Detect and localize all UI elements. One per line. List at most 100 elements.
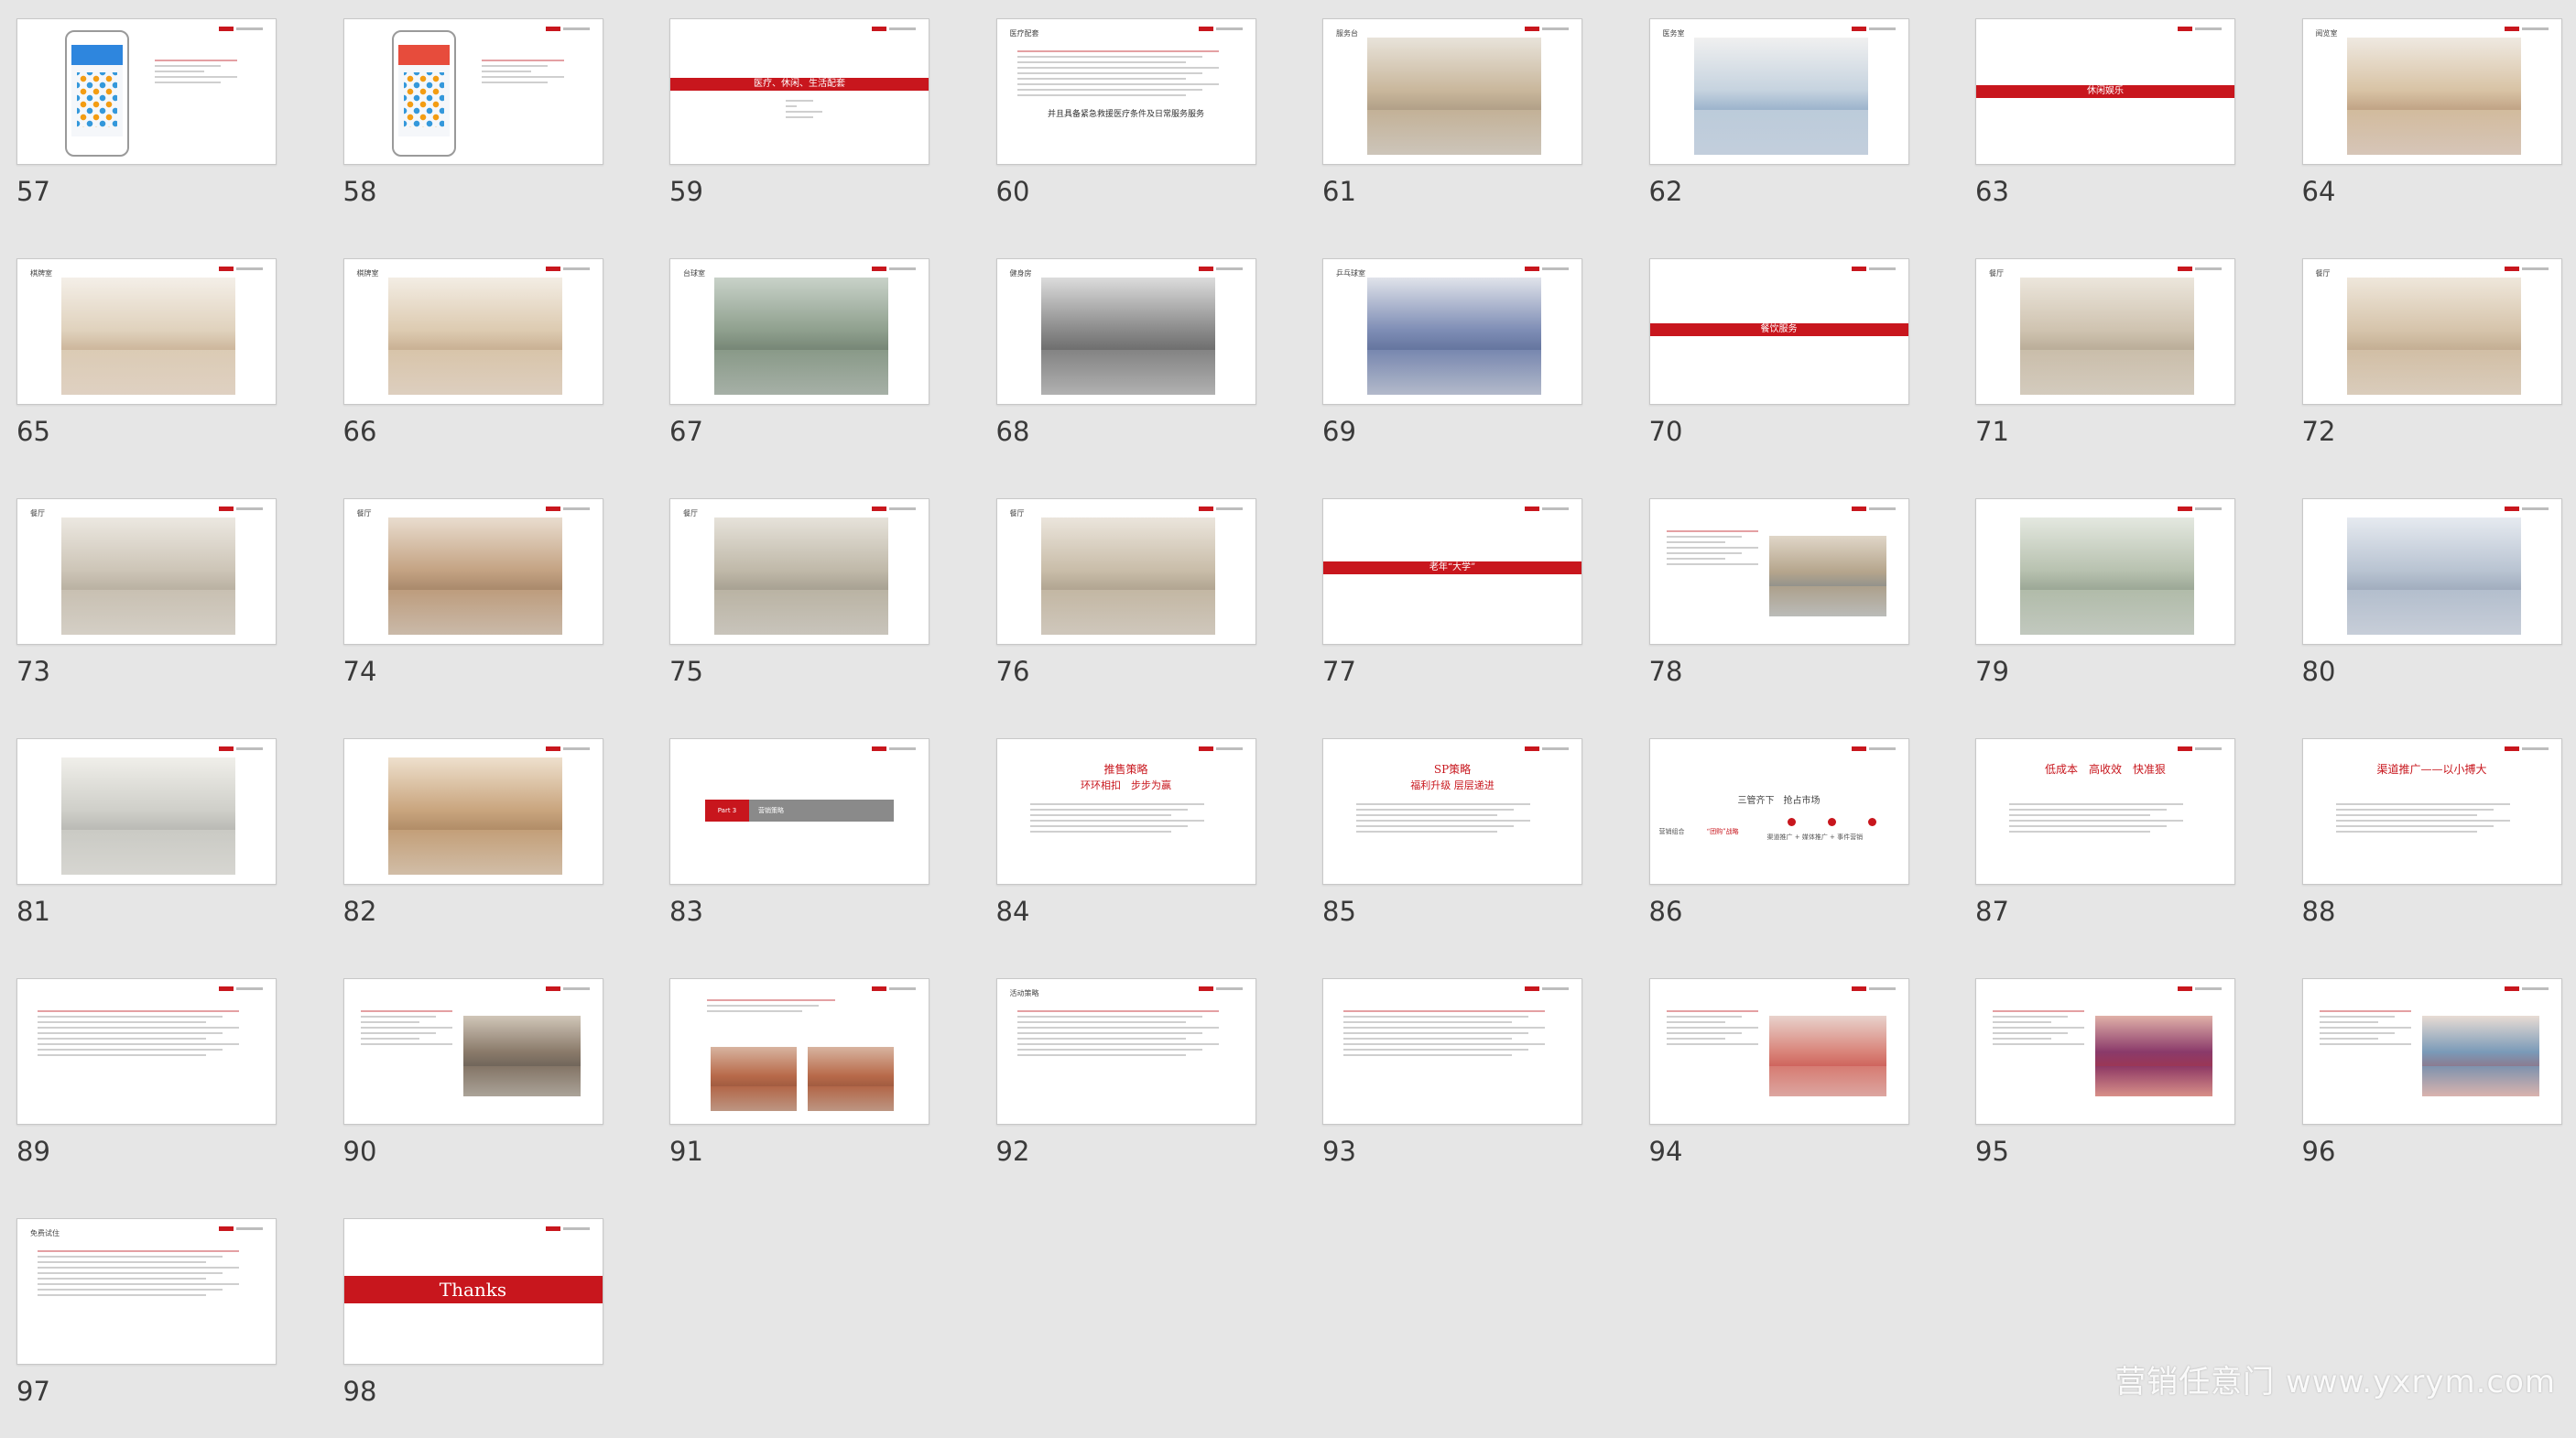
slide-text [360, 1007, 462, 1049]
slide-thumbnail[interactable]: 乒乓球室 [1322, 258, 1582, 405]
slide-thumbnail[interactable]: 三管齐下 抢占市场 营销组合 “团购”战略 渠道推广 + 媒体推广 + 事件营销 [1648, 738, 1909, 885]
slide-thumbnail[interactable] [16, 738, 277, 885]
strategy-right-label: 渠道推广 + 媒体推广 + 事件营销 [1766, 833, 1864, 841]
slide-thumbnail[interactable]: 渠道推广——以小搏大 [2301, 738, 2562, 885]
slide-thumbnail-cell[interactable]: 棋牌室 65 [16, 258, 277, 478]
slide-thumbnail[interactable]: 活动策略 [995, 978, 1256, 1125]
slide-thumbnail-cell[interactable]: 91 [669, 978, 929, 1198]
slide-thumbnail[interactable]: 休闲娱乐 [1975, 18, 2235, 165]
logo-gray [2521, 507, 2549, 510]
slide-thumbnail-cell[interactable]: Thanks 98 [342, 1218, 603, 1438]
slide-thumbnail-cell[interactable]: 82 [342, 738, 603, 958]
slide-thumbnail-cell[interactable]: 服务台 61 [1322, 18, 1582, 238]
slide-thumbnail-cell[interactable]: 医疗配套 并且具备紧急救援医疗条件及日常服务服务 60 [995, 18, 1256, 238]
slide-thumbnail[interactable]: 医疗配套 并且具备紧急救援医疗条件及日常服务服务 [995, 18, 1256, 165]
slide-thumbnail-cell[interactable]: 阅览室 64 [2301, 18, 2562, 238]
logo-red [872, 746, 886, 751]
slide-thumbnail-cell[interactable]: 健身房 68 [995, 258, 1256, 478]
slide-thumbnail[interactable]: 餐厅 [669, 498, 929, 645]
slide-thumbnail[interactable]: 老年“大学” [1322, 498, 1582, 645]
slide-thumbnail-cell[interactable]: 医疗、休闲、生活配套 59 [669, 18, 929, 238]
slide-thumbnail-cell[interactable]: 58 [342, 18, 603, 238]
slide-thumbnail-cell[interactable]: 餐厅 74 [342, 498, 603, 718]
slide-thumbnail[interactable] [1975, 978, 2235, 1125]
slide-thumbnail-cell[interactable]: 93 [1322, 978, 1582, 1198]
slide-thumbnail-cell[interactable]: 活动策略 92 [995, 978, 1256, 1198]
slide-thumbnail-cell[interactable]: 餐厅 71 [1975, 258, 2235, 478]
slide-thumbnail-cell[interactable]: 渠道推广——以小搏大 88 [2301, 738, 2562, 958]
slide-thumbnail-cell[interactable]: 餐厅 72 [2301, 258, 2562, 478]
slide-thumbnail-cell[interactable]: 57 [16, 18, 277, 238]
slide-thumbnail-cell[interactable]: SP策略 福利升级 层层递进 85 [1322, 738, 1582, 958]
slide-thumbnail[interactable] [2301, 978, 2562, 1125]
slide-thumbnail[interactable] [669, 978, 929, 1125]
photo-floor [2020, 350, 2194, 395]
slide-thumbnail[interactable]: Thanks [342, 1218, 603, 1365]
slide-thumbnail[interactable]: 推售策略 环环相扣 步步为赢 [995, 738, 1256, 885]
slide-thumbnail[interactable] [2301, 498, 2562, 645]
slide-thumbnail[interactable] [1322, 978, 1582, 1125]
slide-thumbnail[interactable] [16, 18, 277, 165]
slide-thumbnail-cell[interactable]: 三管齐下 抢占市场 营销组合 “团购”战略 渠道推广 + 媒体推广 + 事件营销 86 [1648, 738, 1909, 958]
slide-thumbnail-cell[interactable]: 休闲娱乐 63 [1975, 18, 2235, 238]
slide-thumbnail-cell[interactable]: 餐厅 75 [669, 498, 929, 718]
slide-thumbnail[interactable]: 服务台 [1322, 18, 1582, 165]
photo-floor [1367, 110, 1541, 155]
slide-thumbnail[interactable]: 台球室 [669, 258, 929, 405]
slide-thumbnail-cell[interactable]: 棋牌室 66 [342, 258, 603, 478]
slide-thumbnail[interactable] [342, 738, 603, 885]
slide-thumbnail[interactable]: 免费试住 [16, 1218, 277, 1365]
slide-thumbnail-cell[interactable]: 台球室 67 [669, 258, 929, 478]
slide-thumbnail[interactable]: SP策略 福利升级 层层递进 [1322, 738, 1582, 885]
text-line [2335, 809, 2494, 811]
slide-thumbnail[interactable] [342, 18, 603, 165]
slide-thumbnail[interactable]: 餐厅 [2301, 258, 2562, 405]
slide-thumbnail[interactable] [342, 978, 603, 1125]
slide-thumbnail[interactable]: Part 3 营销策略 [669, 738, 929, 885]
slide-thumbnail[interactable]: 餐厅 [1975, 258, 2235, 405]
logo-red [872, 267, 886, 271]
slide-thumbnail-cell[interactable]: 餐饮服务 70 [1648, 258, 1909, 478]
slide-thumbnail[interactable]: 餐厅 [16, 498, 277, 645]
slide-thumbnail-cell[interactable]: 餐厅 76 [995, 498, 1256, 718]
slide-thumbnail-cell[interactable]: Part 3 营销策略 83 [669, 738, 929, 958]
slide-corner-title: 台球室 [683, 269, 705, 278]
slide-number: 75 [669, 656, 703, 687]
slide-thumbnail[interactable]: 棋牌室 [16, 258, 277, 405]
slide-thumbnail[interactable]: 低成本 高收效 快准狠 [1975, 738, 2235, 885]
slide-thumbnail[interactable]: 餐厅 [995, 498, 1256, 645]
slide-thumbnail-cell[interactable]: 餐厅 73 [16, 498, 277, 718]
slide-thumbnail-cell[interactable]: 96 [2301, 978, 2562, 1198]
slide-thumbnail[interactable]: 医务室 [1648, 18, 1909, 165]
slide-thumbnail[interactable]: 健身房 [995, 258, 1256, 405]
slide-thumbnail[interactable] [1648, 498, 1909, 645]
slide-thumbnail[interactable]: 棋牌室 [342, 258, 603, 405]
slide-thumbnail-cell[interactable]: 乒乓球室 69 [1322, 258, 1582, 478]
slide-thumbnail-cell[interactable]: 医务室 62 [1648, 18, 1909, 238]
slide-thumbnail-cell[interactable]: 95 [1975, 978, 2235, 1198]
slide-thumbnail-cell[interactable]: 79 [1975, 498, 2235, 718]
text-line [38, 1250, 239, 1252]
slide-thumbnail[interactable]: 医疗、休闲、生活配套 [669, 18, 929, 165]
slide-thumbnail-cell[interactable]: 81 [16, 738, 277, 958]
slide-thumbnail-cell[interactable]: 89 [16, 978, 277, 1198]
slide-thumbnail-cell[interactable]: 老年“大学” 77 [1322, 498, 1582, 718]
slide-thumbnail-cell[interactable]: 90 [342, 978, 603, 1198]
slide-thumbnail[interactable] [1975, 498, 2235, 645]
logo-red [1851, 986, 1866, 991]
slide-thumbnail-cell[interactable]: 78 [1648, 498, 1909, 718]
slide-thumbnail[interactable]: 餐厅 [342, 498, 603, 645]
slide-thumbnail-cell[interactable]: 80 [2301, 498, 2562, 718]
slide-thumbnail-cell[interactable]: 推售策略 环环相扣 步步为赢 84 [995, 738, 1256, 958]
text-line [1016, 1043, 1219, 1045]
slide-thumbnail[interactable] [16, 978, 277, 1125]
slide-thumbnail[interactable]: 阅览室 [2301, 18, 2562, 165]
text-line [38, 1294, 206, 1296]
slide-thumbnail-cell[interactable]: 低成本 高收效 快准狠 87 [1975, 738, 2235, 958]
slide-thumbnail[interactable] [1648, 978, 1909, 1125]
slide-corner-title: 健身房 [1009, 269, 1032, 278]
slide-thumbnail-cell[interactable]: 94 [1648, 978, 1909, 1198]
slide-logo-icon [545, 746, 590, 751]
slide-thumbnail[interactable]: 餐饮服务 [1648, 258, 1909, 405]
slide-thumbnail-cell[interactable]: 免费试住 97 [16, 1218, 277, 1438]
